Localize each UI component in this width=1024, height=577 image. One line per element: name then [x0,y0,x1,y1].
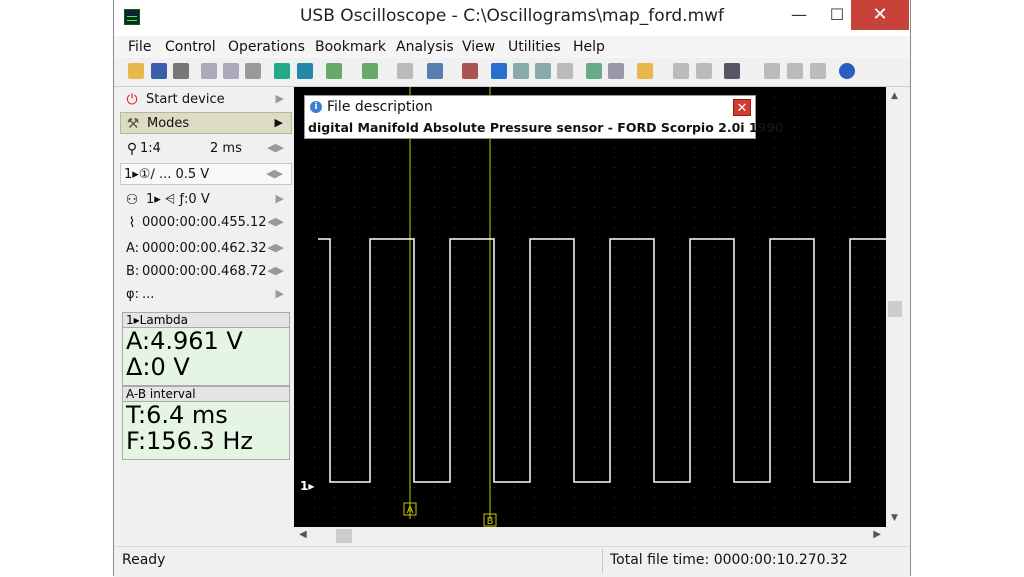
power-icon: ⏻ [126,92,138,108]
horizontal-scrollbar[interactable]: ◀ ▶ [294,527,886,545]
menu-utilities[interactable]: Utilities [508,39,561,55]
trigger-time-row[interactable]: ⌇ 0000:00:00.455.12 ◀▶ [120,212,292,234]
copy-icon[interactable] [201,63,217,79]
bookmark-icon[interactable] [637,63,653,79]
scope-plot: A B 1▸ [300,87,886,527]
file-description-text: digital Manifold Absolute Pressure senso… [308,120,784,135]
status-bar: Ready Total file time: 0000:00:10.270.32 [114,546,910,577]
scroll-down-arrow-icon[interactable]: ▼ [891,513,898,523]
undo-icon[interactable] [397,63,413,79]
lambda-value-delta: Δ:0 V [126,353,190,381]
stop-icon[interactable] [696,63,712,79]
hammer-icon: ⚒ [126,116,140,132]
spin-arrows-icon: ◀▶ [266,167,283,180]
file-description-title: File description [327,99,433,115]
total-file-time: Total file time: 0000:00:10.270.32 [610,552,848,568]
submenu-arrow-icon: ▶ [275,92,284,105]
info-icon: i [310,101,322,113]
trigger-settings-row[interactable]: ⚇ 1▸ ⩤ ƒ:0 V ▶ [120,189,292,211]
check-icon[interactable] [491,63,507,79]
magnifier-icon: ⚲ [126,141,138,157]
scroll-left-arrow-icon[interactable]: ◀ [299,529,307,540]
menu-analysis[interactable]: Analysis [396,39,454,55]
image-icon[interactable] [764,63,780,79]
pulse-icon: ⌇ [128,215,136,231]
menu-view[interactable]: View [462,39,495,55]
cut-icon[interactable] [245,63,261,79]
vertical-scrollbar[interactable]: ▲ ▼ [886,87,904,527]
submenu-arrow-icon: ▶ [275,192,284,205]
menu-bookmark[interactable]: Bookmark [315,39,386,55]
play-icon[interactable] [673,63,689,79]
minimize-button[interactable]: — [780,0,818,30]
menu-file[interactable]: File [128,39,151,55]
spin-arrows-icon: ◀▶ [267,141,284,154]
cursor-a-label: A [407,505,414,516]
paste-icon[interactable] [223,63,239,79]
zoom-timebase-row[interactable]: ⚲ 1:4 2 ms ◀▶ [120,138,292,160]
menu-control[interactable]: Control [165,39,216,55]
scroll-right-arrow-icon[interactable]: ▶ [873,529,881,540]
trigger-icon: ⚇ [125,192,139,208]
help-icon[interactable] [839,63,855,79]
scale-icon[interactable] [297,63,313,79]
cursor-b-row[interactable]: B: 0000:00:00.468.72 ◀▶ [120,261,292,283]
check2-icon[interactable] [513,63,529,79]
menu-help[interactable]: Help [573,39,605,55]
channel-settings-row[interactable]: 1▸①∕ ... 0.5 V ◀▶ [120,163,292,185]
file-description-popup: i File description ✕ digital Manifold Ab… [304,95,784,139]
start-device-button[interactable]: ⏻ Start device ▶ [120,89,292,111]
status-text: Ready [122,552,166,568]
phase-row[interactable]: φ: ... ▶ [120,284,292,306]
grid-icon[interactable] [586,63,602,79]
oscilloscope-screen[interactable]: A B 1▸ i File description ✕ digital Mani… [294,87,886,527]
wave2-icon[interactable] [362,63,378,79]
scroll-up-arrow-icon[interactable]: ▲ [891,91,898,101]
interval-panel-values: T:6.4 ms F:156.3 Hz [122,402,290,460]
status-separator [602,549,603,573]
chart-icon[interactable] [427,63,443,79]
modes-button[interactable]: ⚒ Modes ▶ [120,112,292,134]
wave-icon[interactable] [326,63,342,79]
interval-period: T:6.4 ms [126,401,228,429]
document-icon[interactable] [787,63,803,79]
close-doc-icon[interactable] [810,63,826,79]
spin-arrows-icon: ◀▶ [267,215,284,228]
scope-grid [314,97,875,518]
spin-arrows-icon: ◀▶ [267,264,284,277]
monitor-icon[interactable] [724,63,740,79]
channel-1-marker: 1▸ [300,479,314,493]
control-panel: ⏻ Start device ▶ ⚒ Modes ▶ ⚲ 1:4 2 ms ◀▶… [120,87,292,545]
file-description-close-button[interactable]: ✕ [733,99,751,116]
save-icon[interactable] [151,63,167,79]
app-window: USB Oscilloscope - C:\Oscillograms\map_f… [113,0,911,577]
horizontal-scroll-thumb[interactable] [336,529,352,543]
signal-trace [318,238,886,483]
interval-frequency: F:156.3 Hz [126,427,254,455]
lambda-panel-header: 1▸Lambda [122,312,290,328]
print-icon[interactable] [173,63,189,79]
check3-icon[interactable] [535,63,551,79]
menu-operations[interactable]: Operations [228,39,305,55]
cursor-a-row[interactable]: A: 0000:00:00.462.32 ◀▶ [120,238,292,260]
vertical-scroll-thumb[interactable] [888,301,902,317]
lambda-panel-values: A:4.961 V Δ:0 V [122,328,290,386]
close-button[interactable]: ✕ [851,0,909,30]
toolbar [114,58,910,87]
pointer-icon[interactable] [608,63,624,79]
delete-icon[interactable] [462,63,478,79]
open-folder-icon[interactable] [128,63,144,79]
trigger-icon[interactable] [274,63,290,79]
spin-arrows-icon: ◀▶ [267,241,284,254]
cursor-b-label: B [487,516,494,527]
submenu-arrow-icon: ▶ [275,287,284,300]
title-bar: USB Oscilloscope - C:\Oscillograms\map_f… [114,0,910,36]
interval-panel-header: A-B interval [122,386,290,402]
menu-bar: File Control Operations Bookmark Analysi… [114,36,910,58]
submenu-arrow-icon: ▶ [274,116,283,129]
lambda-value-a: A:4.961 V [126,327,243,355]
page-icon[interactable] [557,63,573,79]
